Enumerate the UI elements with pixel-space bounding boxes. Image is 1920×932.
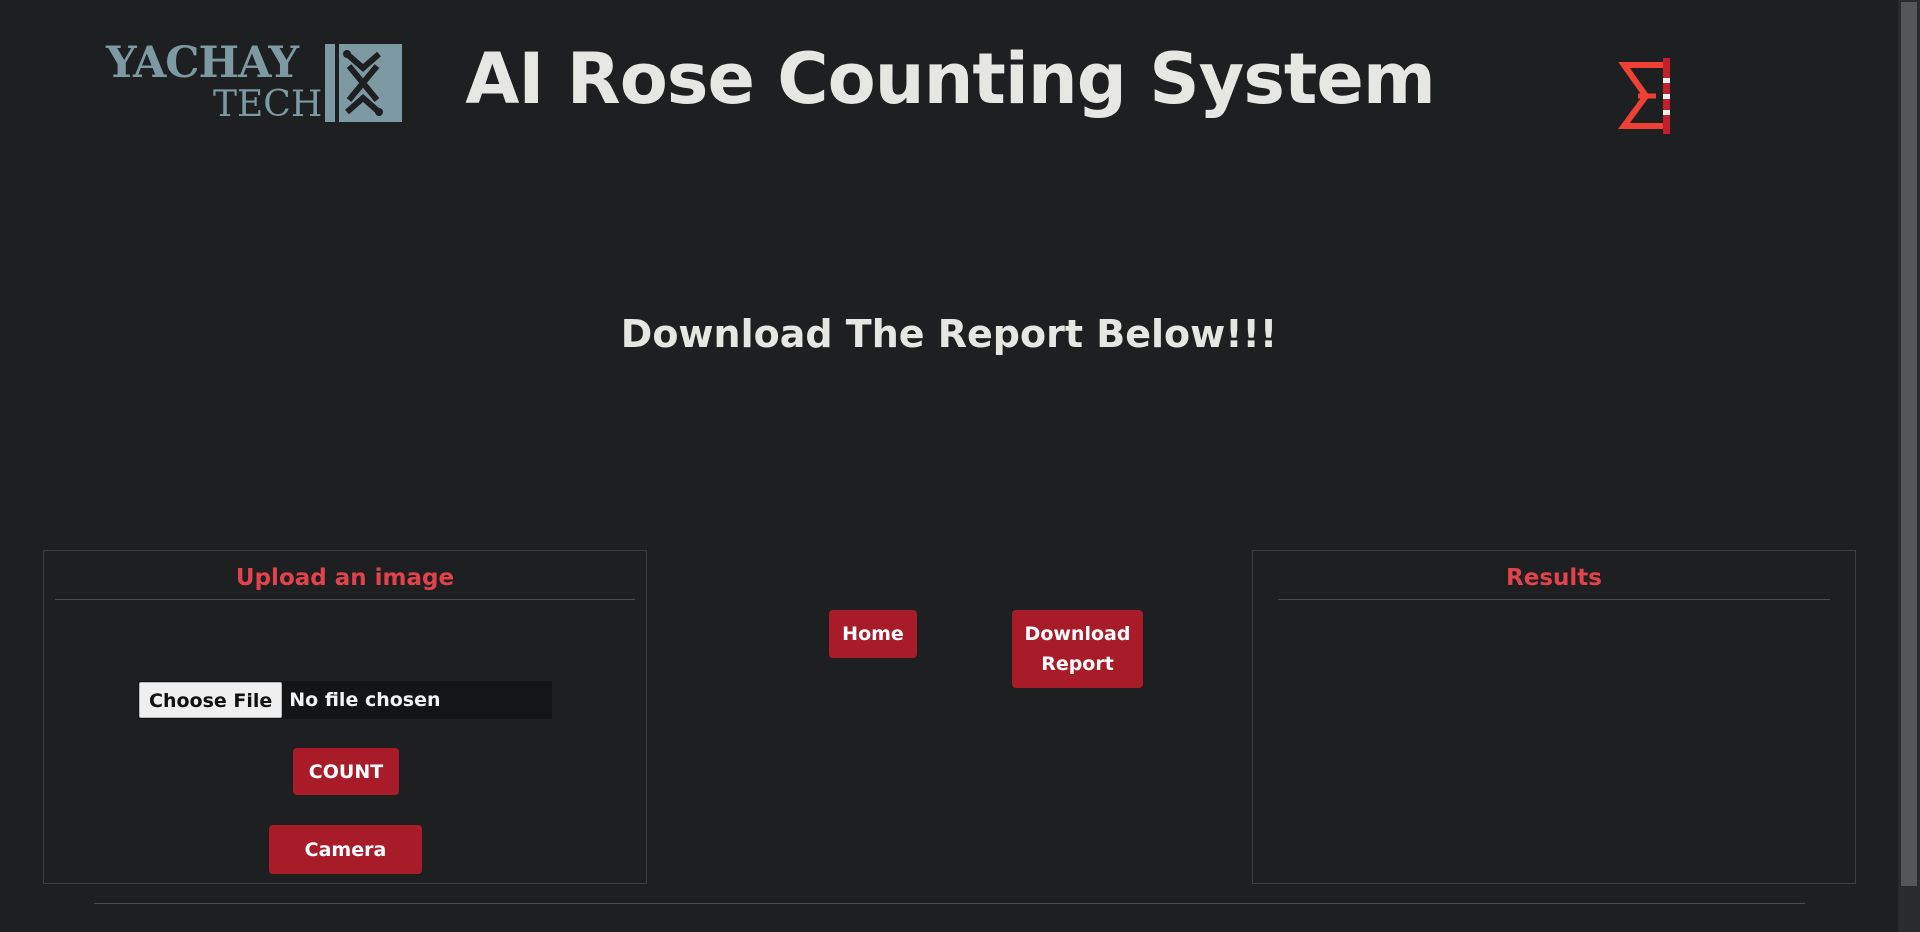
page-title: AI Rose Counting System	[465, 38, 1436, 120]
download-label-line1: Download	[1024, 623, 1131, 645]
download-heading: Download The Report Below!!!	[620, 312, 1278, 356]
ai-sigma-logo-icon	[1616, 56, 1674, 136]
logo-line2: TECH	[213, 84, 323, 125]
count-button[interactable]: COUNT	[293, 748, 399, 795]
results-panel: Results	[1252, 550, 1856, 884]
file-input[interactable]: Choose File No file chosen	[138, 681, 552, 719]
upload-panel-divider	[55, 599, 635, 600]
scrollbar-thumb[interactable]	[1901, 2, 1917, 886]
logo-line1: YACHAY	[106, 38, 299, 88]
download-report-button[interactable]: Download Report	[1012, 610, 1143, 688]
choose-file-button[interactable]: Choose File	[139, 682, 283, 718]
results-panel-divider	[1278, 599, 1830, 600]
home-button[interactable]: Home	[829, 610, 917, 658]
camera-button[interactable]: Camera	[269, 825, 422, 874]
file-status-text: No file chosen	[289, 689, 441, 711]
download-label-line2: Report	[1041, 653, 1114, 675]
vertical-scrollbar[interactable]	[1898, 0, 1920, 932]
yachay-tech-logo: YACHAY TECH	[106, 42, 402, 124]
upload-panel-title: Upload an image	[235, 565, 455, 591]
footer-divider	[94, 903, 1805, 904]
results-panel-title: Results	[1506, 565, 1602, 591]
yachay-logo-mark-icon	[325, 44, 402, 122]
upload-panel: Upload an image Choose File No file chos…	[43, 550, 647, 884]
